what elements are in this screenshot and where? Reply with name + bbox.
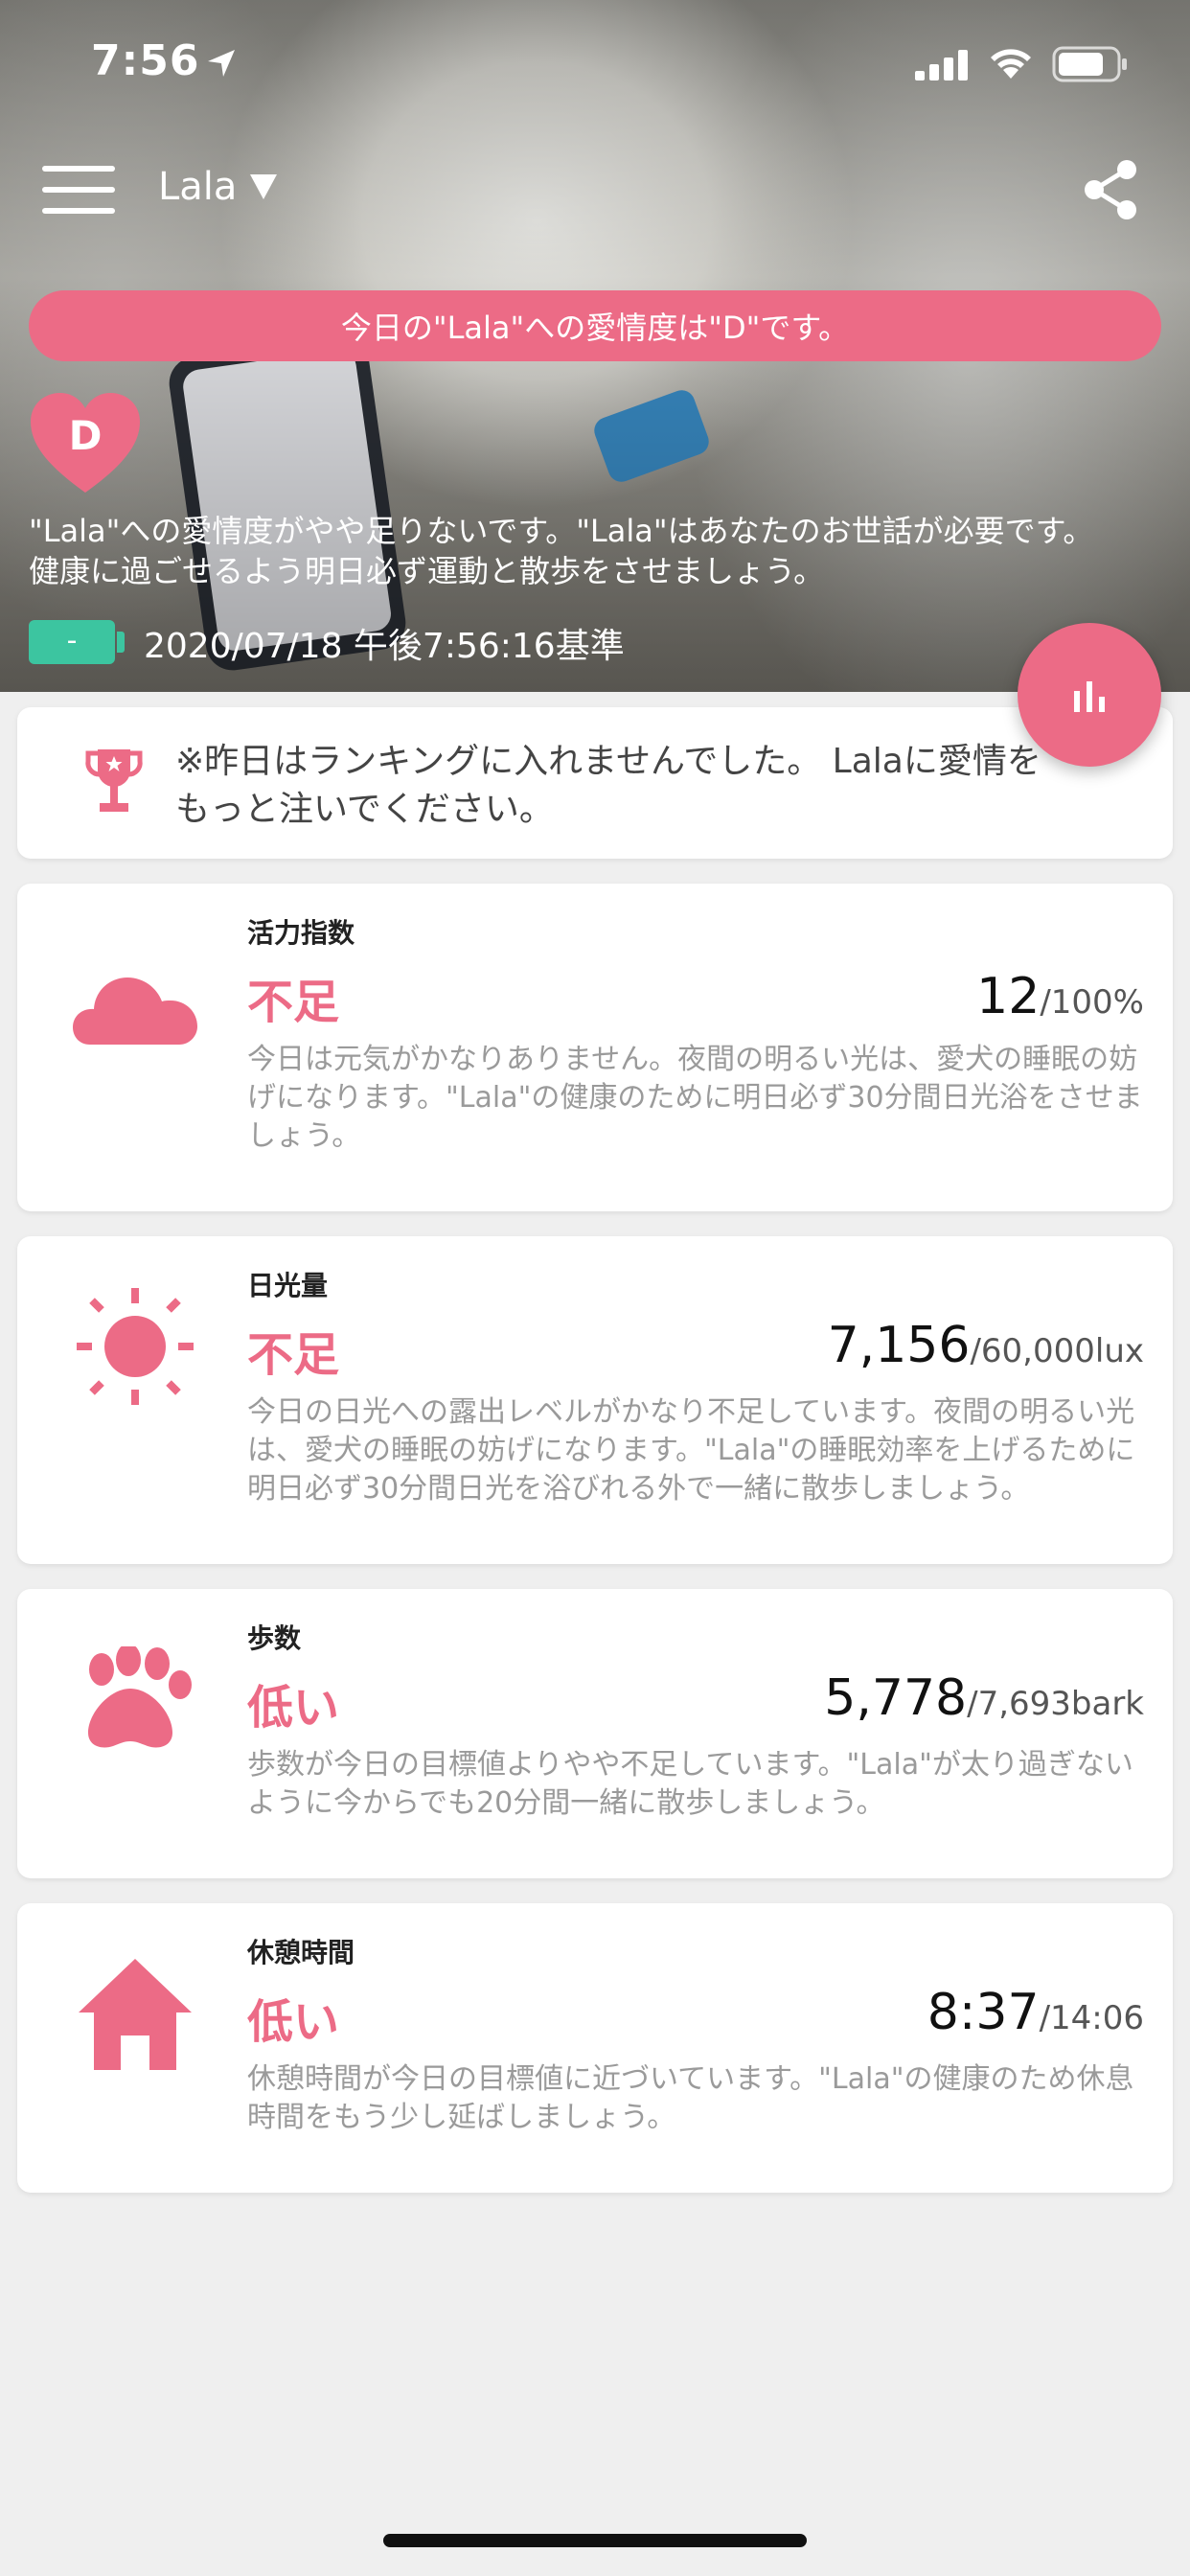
rest-time-card[interactable]: 休憩時間 低い 8:37/14:06 休憩時間が今日の目標値に近づいています。"… (17, 1903, 1173, 2193)
metric-status: 低い (247, 1681, 340, 1735)
vitality-card[interactable]: 活力指数 不足 12/100% 今日は元気がかなりありません。夜間の明るい光は、… (17, 884, 1173, 1211)
metric-value: 12/100% (976, 968, 1144, 1025)
metric-value-number: 8:37 (927, 1984, 1040, 2041)
affection-grade-banner: 今日の"Lala"への愛情度は"D"です。 (29, 290, 1161, 361)
steps-card[interactable]: 歩数 低い 5,778/7,693bark 歩数が今日の目標値よりやや不足してい… (17, 1589, 1173, 1878)
metric-value-unit: /100% (1040, 983, 1144, 1022)
metric-title: 歩数 (247, 1622, 302, 1654)
metric-value: 8:37/14:06 (927, 1984, 1144, 2041)
house-icon (79, 1959, 192, 2070)
ranking-message: ※昨日はランキングに入れませんでした。 Lalaに愛情をもっと注いでください。 (175, 742, 1041, 829)
affection-message: "Lala"への愛情度がやや足りないです。"Lala"はあなたのお世話が必要です… (29, 511, 1169, 591)
metric-description: 今日の日光への露出レベルがかなり不足しています。夜間の明るい光は、愛犬の睡眠の妨… (247, 1395, 1135, 1506)
location-arrow-icon (208, 50, 235, 77)
metric-value-unit: /60,000lux (970, 1332, 1144, 1370)
metric-title: 活力指数 (247, 917, 355, 949)
affection-message-line1: "Lala"への愛情度がやや足りないです。"Lala"はあなたのお世話が必要です… (29, 513, 1094, 549)
sun-icon (77, 1288, 194, 1405)
paw-icon (88, 1646, 192, 1748)
metric-description: 休憩時間が今日の目標値に近づいています。"Lala"の健康のため休息時間をもう少… (247, 2062, 1134, 2134)
metric-status: 不足 (247, 1328, 340, 1382)
metric-value-number: 7,156 (827, 1317, 971, 1374)
metric-value-unit: /7,693bark (967, 1685, 1144, 1723)
caret-down-icon (250, 174, 278, 199)
pet-name: Lala (158, 165, 238, 209)
trophy-icon (85, 749, 143, 812)
wifi-icon (991, 49, 1031, 79)
metric-title: 日光量 (247, 1270, 329, 1301)
home-indicator[interactable] (383, 2534, 807, 2547)
status-time: 7:56 (91, 36, 200, 85)
hamburger-menu-icon[interactable] (42, 166, 115, 214)
metric-value: 7,156/60,000lux (828, 1317, 1144, 1374)
metric-title: 休憩時間 (247, 1937, 355, 1968)
stats-chart-button[interactable] (1018, 623, 1161, 767)
data-timestamp: 2020/07/18 午後7:56:16基準 (144, 627, 625, 666)
metric-description: 歩数が今日の目標値よりやや不足しています。"Lala"が太り過ぎないように今から… (247, 1748, 1133, 1820)
cellular-signal-icon (915, 50, 968, 80)
bar-chart-icon (1074, 681, 1105, 712)
metric-status: 低い (247, 1995, 340, 2049)
affection-grade-letter: D (68, 412, 103, 459)
metric-description: 今日は元気がかなりありません。夜間の明るい光は、愛犬の睡眠の妨げになります。"L… (247, 1043, 1143, 1153)
sunlight-card[interactable]: 日光量 不足 7,156/60,000lux 今日の日光への露出レベルがかなり不… (17, 1236, 1173, 1564)
metric-value-number: 12 (976, 968, 1041, 1025)
pet-selector-dropdown[interactable]: Lala (158, 165, 278, 209)
metric-status: 不足 (247, 976, 340, 1029)
metric-value-unit: /14:06 (1039, 1999, 1144, 2037)
device-battery-badge: - (29, 620, 125, 664)
status-bar: 7:56 (0, 0, 1190, 125)
metric-value-number: 5,778 (824, 1669, 968, 1727)
ranking-card[interactable]: ※昨日はランキングに入れませんでした。 Lalaに愛情をもっと注いでください。 (17, 707, 1173, 859)
share-icon[interactable] (1081, 158, 1140, 221)
cloud-icon (73, 978, 197, 1045)
metric-value: 5,778/7,693bark (824, 1669, 1144, 1727)
affection-message-line2: 健康に過ごせるよう明日必ず運動と散歩をさせましょう。 (29, 553, 825, 589)
battery-status-icon (1052, 46, 1127, 82)
